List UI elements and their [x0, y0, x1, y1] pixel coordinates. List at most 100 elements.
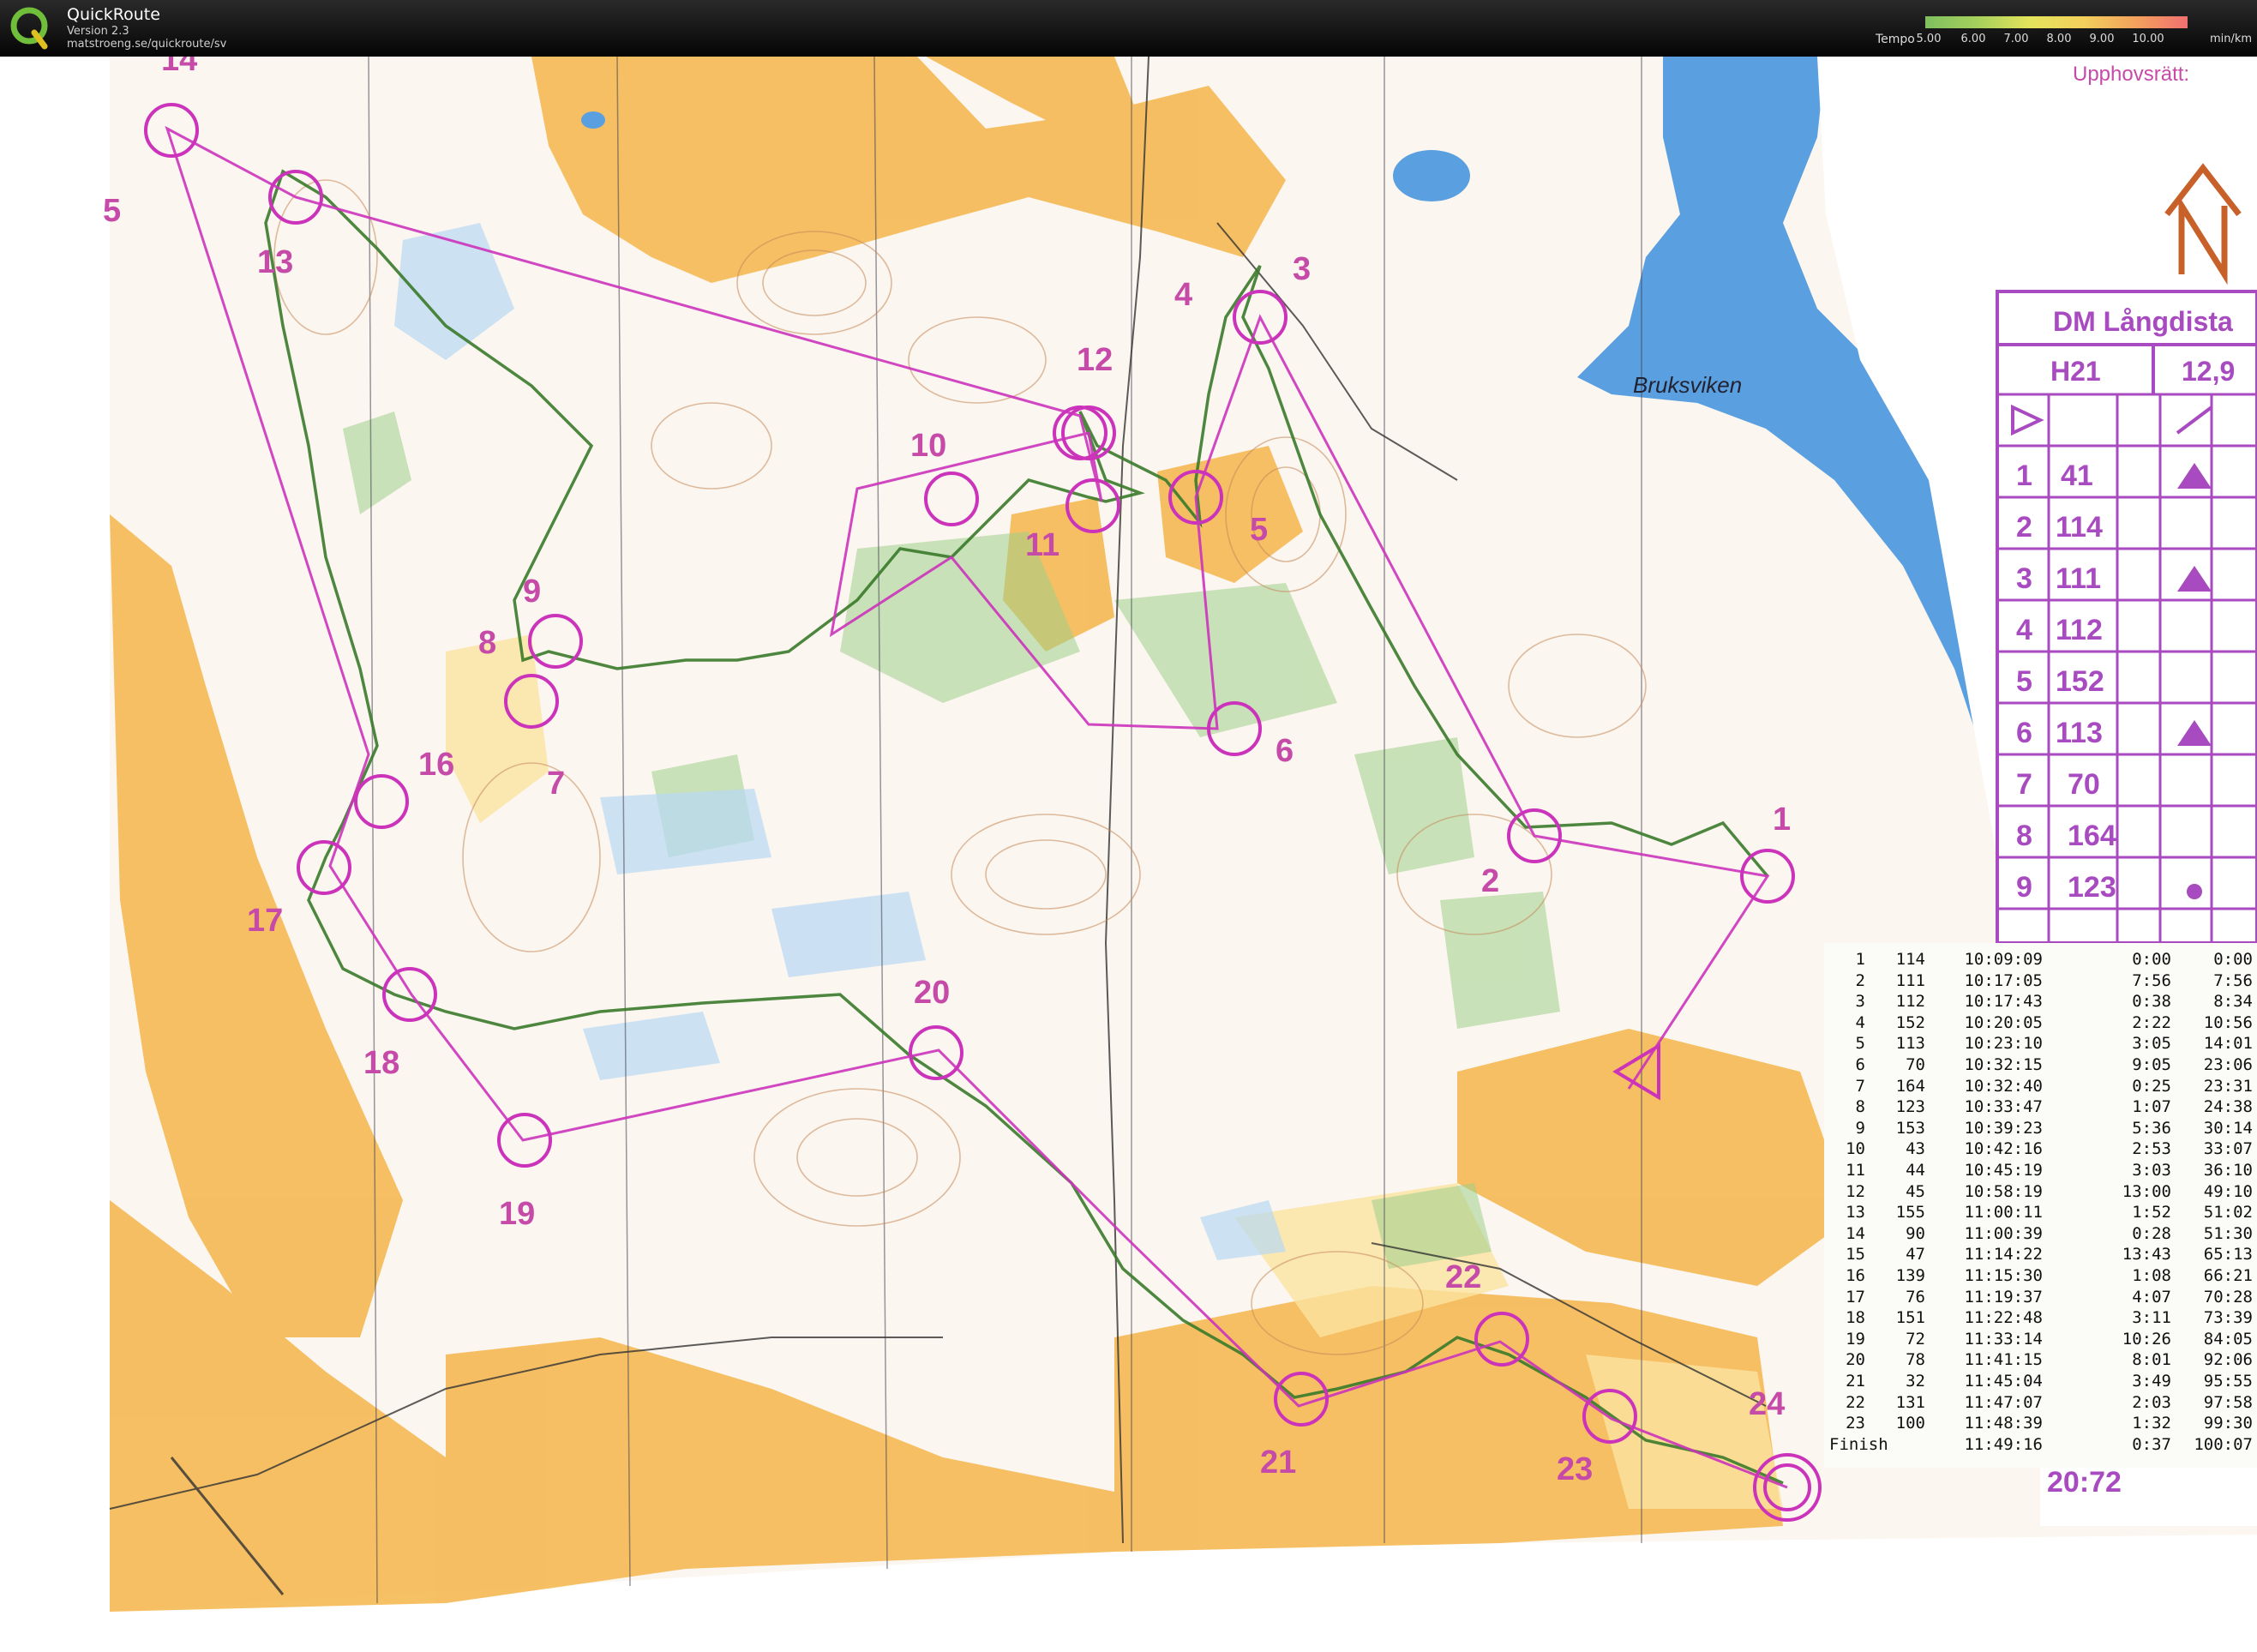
split-clock-time: 10:32:40 [1964, 1076, 2043, 1096]
split-total-time: 30:14 [2203, 1118, 2253, 1138]
split-clock-time: 11:19:37 [1964, 1287, 2043, 1307]
split-leg-time: 3:05 [2132, 1034, 2171, 1054]
svg-text:7: 7 [2016, 768, 2032, 801]
split-total-time: 10:56 [2203, 1012, 2253, 1032]
split-code: 90 [1906, 1223, 1925, 1243]
split-leg-time: 5:36 [2132, 1118, 2171, 1138]
control-label: 3 [1293, 251, 1311, 287]
split-leg-time: 9:05 [2132, 1055, 2171, 1074]
control-label: 14 [161, 57, 197, 78]
tempo-color-scale[interactable] [1925, 16, 2188, 28]
split-total-time: 33:07 [2203, 1139, 2253, 1159]
split-clock-time: 11:41:15 [1964, 1350, 2043, 1370]
split-row: 7 164 10:32:40 0:25 23:31 [1824, 1077, 2257, 1096]
split-total-time: 73:39 [2203, 1308, 2253, 1328]
split-control: 11 [1846, 1161, 1865, 1180]
split-row: 22 131 11:47:07 2:03 97:58 [1824, 1393, 2257, 1413]
split-leg-time: 1:32 [2132, 1414, 2171, 1433]
split-total-time: 97:58 [2203, 1392, 2253, 1412]
split-leg-time: 1:08 [2132, 1266, 2171, 1285]
split-row: 4 152 10:20:05 2:22 10:56 [1824, 1013, 2257, 1033]
control-label: 8 [478, 625, 496, 661]
split-row: 23 100 11:48:39 1:32 99:30 [1824, 1414, 2257, 1433]
split-control: 18 [1846, 1308, 1865, 1328]
control-label: 5 [1250, 512, 1268, 548]
control-description-sheet: DM Långdista H21 12,9 1 41 2 114 3 111 4… [1996, 290, 2257, 945]
split-code: 131 [1895, 1392, 1925, 1412]
split-total-time: 0:00 [2213, 950, 2253, 969]
split-total-time: 49:10 [2203, 1181, 2253, 1201]
split-leg-time: 0:00 [2132, 950, 2171, 969]
split-row: 21 32 11:45:04 3:49 95:55 [1824, 1372, 2257, 1391]
split-clock-time: 10:45:19 [1964, 1161, 2043, 1180]
split-code: 151 [1895, 1308, 1925, 1328]
app-url: matstroeng.se/quickroute/sv [67, 38, 227, 51]
split-clock-time: 11:14:22 [1964, 1245, 2043, 1265]
svg-text:8: 8 [2016, 820, 2032, 852]
split-total-time: 23:31 [2203, 1076, 2253, 1096]
split-clock-time: 10:58:19 [1964, 1181, 2043, 1201]
split-control: 1 [1855, 950, 1865, 969]
split-total-time: 14:01 [2203, 1034, 2253, 1054]
split-clock-time: 11:15:30 [1964, 1266, 2043, 1285]
split-control: 8 [1855, 1097, 1865, 1117]
split-row: 6 70 10:32:15 9:05 23:06 [1824, 1055, 2257, 1075]
split-code: 70 [1906, 1055, 1925, 1074]
split-code: 111 [1895, 970, 1925, 990]
control-label: 9 [523, 574, 541, 610]
split-control: 21 [1846, 1372, 1865, 1391]
split-leg-time: 3:11 [2132, 1308, 2171, 1328]
split-leg-time: 8:01 [2132, 1350, 2171, 1370]
app-version: Version 2.3 [67, 25, 129, 38]
split-code: 43 [1906, 1139, 1925, 1159]
split-total-time: 65:13 [2203, 1245, 2253, 1265]
svg-text:3: 3 [2016, 562, 2032, 595]
split-clock-time: 10:42:16 [1964, 1139, 2043, 1159]
tempo-tick: 8.00 [2046, 33, 2072, 45]
split-code: 139 [1895, 1266, 1925, 1285]
split-total-time: 24:38 [2203, 1097, 2253, 1117]
control-label: 1 [1773, 802, 1791, 838]
svg-text:123: 123 [2068, 871, 2116, 904]
split-code: 152 [1895, 1012, 1925, 1032]
split-row: 18 151 11:22:48 3:11 73:39 [1824, 1308, 2257, 1328]
svg-text:6: 6 [2016, 717, 2032, 749]
control-label: 6 [1276, 733, 1294, 769]
split-leg-time: 2:03 [2132, 1392, 2171, 1412]
split-clock-time: 10:20:05 [1964, 1012, 2043, 1032]
split-row: Finish 11:49:16 0:37 100:07 [1824, 1435, 2257, 1455]
split-row: 14 90 11:00:39 0:28 51:30 [1824, 1224, 2257, 1244]
split-control: 6 [1855, 1055, 1865, 1074]
split-row: 10 43 10:42:16 2:53 33:07 [1824, 1139, 2257, 1159]
control-label: 24 [1749, 1386, 1785, 1422]
split-total-time: 100:07 [2194, 1434, 2253, 1454]
split-control: 19 [1846, 1329, 1865, 1349]
control-label: 11 [1025, 527, 1059, 563]
split-row: 5 113 10:23:10 3:05 14:01 [1824, 1034, 2257, 1054]
split-row: 8 123 10:33:47 1:07 24:38 [1824, 1097, 2257, 1117]
svg-text:152: 152 [2056, 665, 2104, 698]
split-code: 72 [1906, 1329, 1925, 1349]
split-row: 11 44 10:45:19 3:03 36:10 [1824, 1161, 2257, 1180]
split-row: 3 112 10:17:43 0:38 8:34 [1824, 992, 2257, 1012]
split-code: 32 [1906, 1372, 1925, 1391]
split-row: 9 153 10:39:23 5:36 30:14 [1824, 1119, 2257, 1138]
title-bar: QuickRoute Version 2.3 matstroeng.se/qui… [0, 0, 2257, 57]
split-leg-time: 0:37 [2132, 1434, 2171, 1454]
split-leg-time: 2:53 [2132, 1139, 2171, 1159]
control-label: 22 [1445, 1259, 1481, 1295]
split-clock-time: 11:49:16 [1964, 1434, 2043, 1454]
split-code: 123 [1895, 1097, 1925, 1117]
control-label: 21 [1260, 1445, 1296, 1481]
split-row: 19 72 11:33:14 10:26 84:05 [1824, 1330, 2257, 1349]
control-label: 16 [418, 747, 454, 783]
split-code: 100 [1895, 1414, 1925, 1433]
split-times-table: 1 114 10:09:09 0:00 0:00 2 111 10:17:05 7:56 7:56… [1824, 943, 2257, 1468]
split-control: 10 [1846, 1139, 1865, 1159]
split-code: 44 [1906, 1161, 1925, 1180]
split-code: 45 [1906, 1181, 1925, 1201]
split-control: 17 [1846, 1287, 1865, 1307]
control-label: 7 [547, 766, 565, 802]
split-control: 23 [1846, 1414, 1865, 1433]
split-row: 16 139 11:15:30 1:08 66:21 [1824, 1266, 2257, 1286]
